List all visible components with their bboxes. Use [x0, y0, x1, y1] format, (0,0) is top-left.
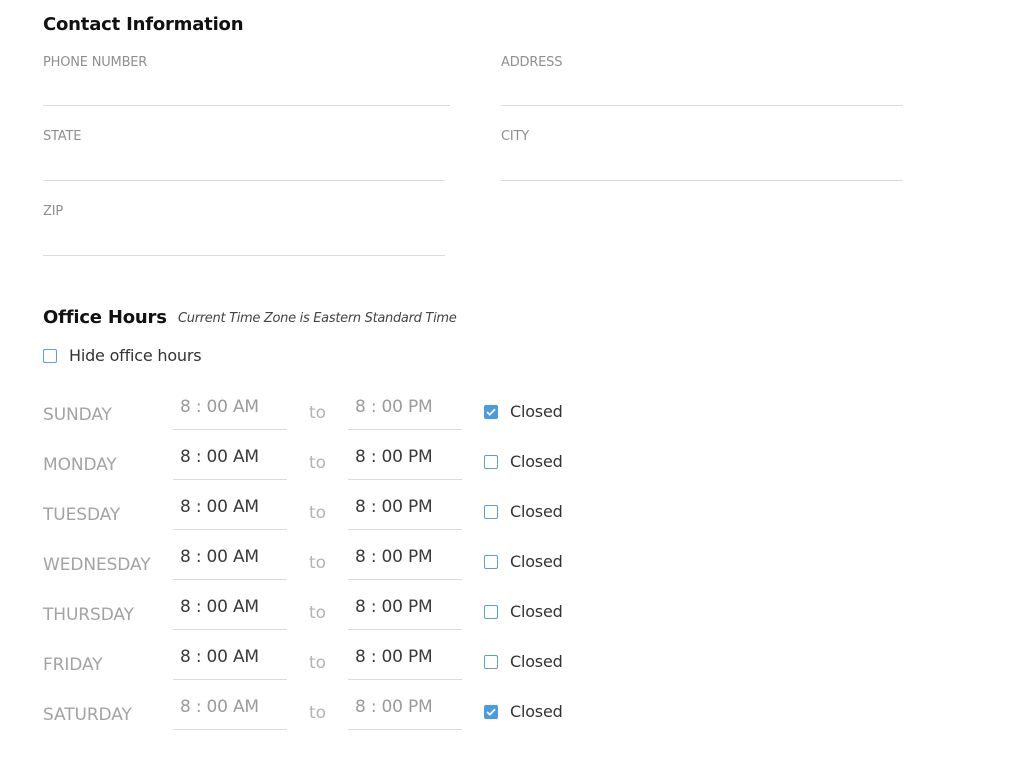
to-label: to	[309, 503, 327, 523]
close-time-value: 8 : 00 PM	[355, 497, 433, 517]
close-time-input[interactable]: 8 : 00 PM	[348, 392, 462, 430]
closed-toggle[interactable]: Closed	[484, 452, 563, 471]
open-time-value: 8 : 00 AM	[180, 647, 259, 667]
closed-toggle[interactable]: Closed	[484, 702, 563, 721]
to-label: to	[309, 603, 327, 623]
open-time-input[interactable]: 8 : 00 AM	[173, 692, 287, 730]
to-label: to	[309, 553, 327, 573]
close-time-value: 8 : 00 PM	[355, 547, 433, 567]
closed-label: Closed	[510, 652, 563, 671]
closed-checkbox[interactable]	[484, 404, 498, 419]
closed-checkbox[interactable]	[484, 504, 498, 519]
closed-label: Closed	[510, 602, 563, 621]
state-label: STATE	[43, 129, 82, 144]
open-time-input[interactable]: 8 : 00 AM	[173, 542, 287, 580]
closed-checkbox[interactable]	[484, 454, 498, 469]
day-label: THURSDAY	[43, 605, 134, 625]
day-label: SUNDAY	[43, 405, 112, 425]
day-label: SATURDAY	[43, 705, 132, 725]
phone-input[interactable]	[43, 78, 450, 102]
close-time-input[interactable]: 8 : 00 PM	[348, 642, 462, 680]
office-hours-title: Office Hours	[43, 307, 167, 328]
closed-label: Closed	[510, 452, 563, 471]
address-underline	[501, 105, 903, 106]
close-time-input[interactable]: 8 : 00 PM	[348, 692, 462, 730]
close-time-value: 8 : 00 PM	[355, 597, 433, 617]
closed-checkbox[interactable]	[484, 554, 498, 569]
to-label: to	[309, 703, 327, 723]
zip-label: ZIP	[43, 204, 63, 219]
open-time-value: 8 : 00 AM	[180, 397, 259, 417]
close-time-input[interactable]: 8 : 00 PM	[348, 542, 462, 580]
closed-toggle[interactable]: Closed	[484, 652, 563, 671]
to-label: to	[309, 453, 327, 473]
zip-input[interactable]	[43, 227, 445, 251]
close-time-value: 8 : 00 PM	[355, 447, 433, 467]
checkmark-icon	[486, 708, 496, 716]
city-label: CITY	[501, 129, 529, 144]
open-time-input[interactable]: 8 : 00 AM	[173, 492, 287, 530]
day-label: TUESDAY	[43, 505, 121, 525]
open-time-value: 8 : 00 AM	[180, 497, 259, 517]
close-time-value: 8 : 00 PM	[355, 647, 433, 667]
checkmark-icon	[486, 408, 496, 416]
open-time-value: 8 : 00 AM	[180, 547, 259, 567]
address-input[interactable]	[501, 78, 903, 102]
close-time-input[interactable]: 8 : 00 PM	[348, 442, 462, 480]
hide-office-hours-label: Hide office hours	[69, 346, 202, 365]
closed-checkbox[interactable]	[484, 604, 498, 619]
closed-checkbox[interactable]	[484, 704, 498, 719]
closed-label: Closed	[510, 702, 563, 721]
closed-label: Closed	[510, 402, 563, 421]
closed-toggle[interactable]: Closed	[484, 552, 563, 571]
closed-label: Closed	[510, 552, 563, 571]
closed-checkbox[interactable]	[484, 654, 498, 669]
open-time-input[interactable]: 8 : 00 AM	[173, 442, 287, 480]
to-label: to	[309, 653, 327, 673]
close-time-input[interactable]: 8 : 00 PM	[348, 492, 462, 530]
open-time-value: 8 : 00 AM	[180, 447, 259, 467]
close-time-value: 8 : 00 PM	[355, 397, 433, 417]
state-input[interactable]	[43, 152, 445, 176]
close-time-input[interactable]: 8 : 00 PM	[348, 592, 462, 630]
phone-underline	[43, 105, 450, 106]
state-underline	[43, 180, 445, 181]
city-input[interactable]	[501, 152, 903, 176]
closed-toggle[interactable]: Closed	[484, 602, 563, 621]
zip-underline	[43, 255, 445, 256]
closed-label: Closed	[510, 502, 563, 521]
phone-label: PHONE NUMBER	[43, 55, 148, 70]
city-underline	[501, 180, 903, 181]
open-time-value: 8 : 00 AM	[180, 597, 259, 617]
day-label: FRIDAY	[43, 655, 103, 675]
open-time-value: 8 : 00 AM	[180, 697, 259, 717]
contact-section-title: Contact Information	[43, 14, 244, 35]
address-label: ADDRESS	[501, 55, 563, 70]
close-time-value: 8 : 00 PM	[355, 697, 433, 717]
closed-toggle[interactable]: Closed	[484, 502, 563, 521]
timezone-note: Current Time Zone is Eastern Standard Ti…	[178, 311, 457, 326]
day-label: MONDAY	[43, 455, 117, 475]
closed-toggle[interactable]: Closed	[484, 402, 563, 421]
hide-office-hours-checkbox[interactable]	[43, 348, 57, 363]
open-time-input[interactable]: 8 : 00 AM	[173, 642, 287, 680]
open-time-input[interactable]: 8 : 00 AM	[173, 392, 287, 430]
day-label: WEDNESDAY	[43, 555, 151, 575]
open-time-input[interactable]: 8 : 00 AM	[173, 592, 287, 630]
to-label: to	[309, 403, 327, 423]
hide-office-hours-toggle[interactable]: Hide office hours	[43, 346, 202, 365]
